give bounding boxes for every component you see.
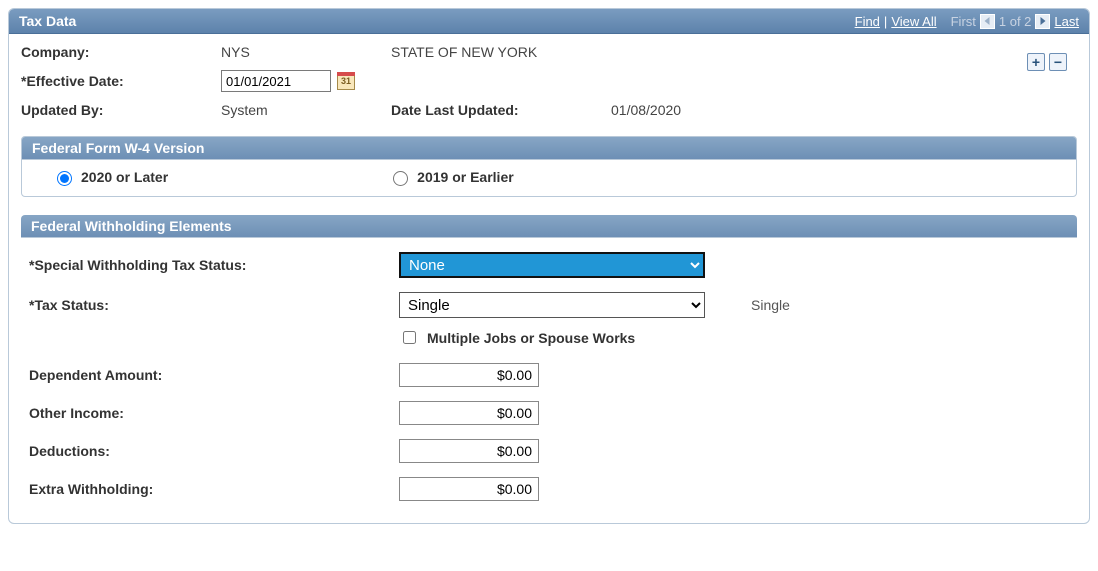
panel-title: Tax Data <box>19 13 76 29</box>
company-row: Company: NYS STATE OF NEW YORK <box>21 44 1077 60</box>
dependent-amount-input[interactable] <box>399 363 539 387</box>
other-income-label: Other Income: <box>29 405 399 421</box>
w4-radio-2020[interactable] <box>57 171 72 186</box>
deductions-label: Deductions: <box>29 443 399 459</box>
updated-row: Updated By: System Date Last Updated: 01… <box>21 102 1077 118</box>
multiple-jobs-label: Multiple Jobs or Spouse Works <box>427 330 635 346</box>
w4-version-radios: 2020 or Later 2019 or Earlier <box>34 168 1064 186</box>
panel-body: Company: NYS STATE OF NEW YORK *Effectiv… <box>9 34 1089 523</box>
nav-find-link[interactable]: Find <box>855 14 880 29</box>
w4-option-2020[interactable]: 2020 or Later <box>52 168 168 186</box>
dependent-amount-label: Dependent Amount: <box>29 367 399 383</box>
row-toolbar: + − <box>1027 53 1067 71</box>
special-status-select[interactable]: None <box>399 252 705 278</box>
multiple-jobs-row: Multiple Jobs or Spouse Works <box>399 328 1069 347</box>
record-nav: Find | View All First 1 of 2 Last <box>855 14 1079 29</box>
effective-date-label: *Effective Date: <box>21 73 221 89</box>
remove-row-button[interactable]: − <box>1049 53 1067 71</box>
nav-counter: 1 of 2 <box>999 14 1032 29</box>
tax-status-select[interactable]: Single <box>399 292 705 318</box>
tax-status-aux: Single <box>751 297 790 313</box>
nav-first-label: First <box>951 14 976 29</box>
withholding-panel: Federal Withholding Elements *Special Wi… <box>21 215 1077 505</box>
company-name: STATE OF NEW YORK <box>391 44 537 60</box>
withholding-header: Federal Withholding Elements <box>21 215 1077 238</box>
tax-status-row: *Tax Status: Single Single <box>29 292 1069 318</box>
w4-option-2019[interactable]: 2019 or Earlier <box>388 168 514 186</box>
deductions-input[interactable] <box>399 439 539 463</box>
effective-date-input[interactable] <box>221 70 331 92</box>
nav-prev-icon <box>980 14 995 29</box>
other-income-input[interactable] <box>399 401 539 425</box>
deductions-row: Deductions: <box>29 439 1069 463</box>
company-label: Company: <box>21 44 221 60</box>
dependent-amount-row: Dependent Amount: <box>29 363 1069 387</box>
effective-date-row: *Effective Date: 31 <box>21 70 1077 92</box>
calendar-icon[interactable]: 31 <box>337 72 355 90</box>
nav-separator: | <box>884 14 887 29</box>
extra-withholding-label: Extra Withholding: <box>29 481 399 497</box>
nav-next-icon[interactable] <box>1035 14 1050 29</box>
extra-withholding-row: Extra Withholding: <box>29 477 1069 501</box>
date-last-updated-value: 01/08/2020 <box>611 102 681 118</box>
special-status-label: *Special Withholding Tax Status: <box>29 257 399 273</box>
other-income-row: Other Income: <box>29 401 1069 425</box>
special-status-row: *Special Withholding Tax Status: None <box>29 252 1069 278</box>
company-code: NYS <box>221 44 391 60</box>
w4-version-header: Federal Form W-4 Version <box>22 137 1076 160</box>
updated-by-value: System <box>221 102 391 118</box>
w4-radio-2019[interactable] <box>393 171 408 186</box>
panel-header: Tax Data Find | View All First 1 of 2 La… <box>9 9 1089 34</box>
multiple-jobs-checkbox[interactable] <box>403 331 416 344</box>
nav-view-all-link[interactable]: View All <box>891 14 936 29</box>
updated-by-label: Updated By: <box>21 102 221 118</box>
w4-version-panel: Federal Form W-4 Version 2020 or Later 2… <box>21 136 1077 197</box>
tax-data-panel: Tax Data Find | View All First 1 of 2 La… <box>8 8 1090 524</box>
date-last-updated-label: Date Last Updated: <box>391 102 611 118</box>
add-row-button[interactable]: + <box>1027 53 1045 71</box>
extra-withholding-input[interactable] <box>399 477 539 501</box>
tax-status-label: *Tax Status: <box>29 297 399 313</box>
nav-last-link[interactable]: Last <box>1054 14 1079 29</box>
